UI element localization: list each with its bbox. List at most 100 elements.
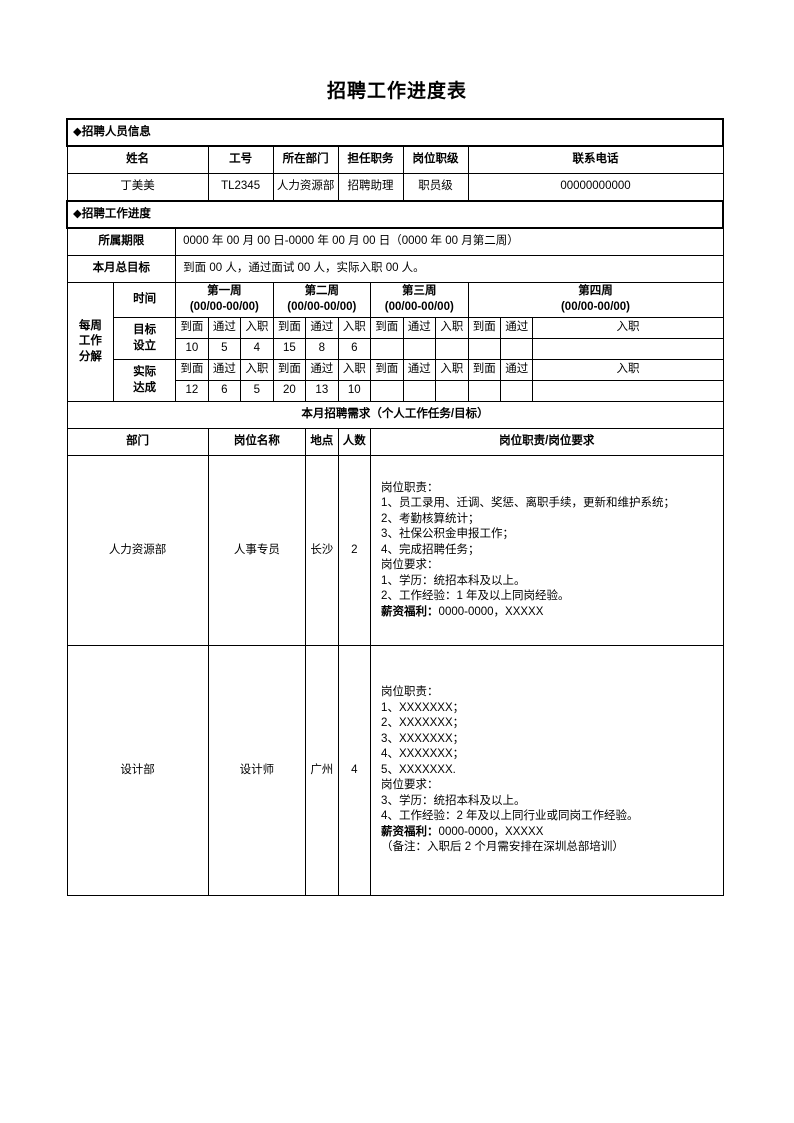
- goal-w1-value-0: 10: [175, 338, 209, 360]
- week-1-header: 第一周 (00/00-00/00): [175, 282, 274, 318]
- goal-w4-metric-2: 入职: [532, 317, 724, 339]
- goal-w1-value-1: 5: [207, 338, 242, 360]
- monthly-target-value: 到面 00 人，通过面试 00 人，实际入职 00 人。: [175, 255, 724, 283]
- goal-w1-metric-2: 入职: [240, 317, 274, 339]
- needs-row-1: 人力资源部 人事专员 长沙 2 岗位职责： 1、员工录用、迁调、奖惩、离职手续，…: [66, 455, 724, 646]
- needs-heading: 本月招聘需求（个人工作任务/目标）: [66, 401, 724, 429]
- week-3-header: 第三周 (00/00-00/00): [370, 282, 469, 318]
- goal-w1-metric-0: 到面: [175, 317, 209, 339]
- needs-row-2: 设计部 设计师 广州 4 岗位职责： 1、XXXXXXX； 2、XXXXXXX；…: [66, 645, 724, 896]
- actual-label-text: 实际 达成: [133, 365, 157, 394]
- staff-section-heading: ◆招聘人员信息: [66, 118, 724, 147]
- staff-col-grade: 岗位职级: [402, 145, 469, 174]
- actual-w3-metric-0: 到面: [370, 359, 404, 381]
- staff-header-row: 姓名 工号 所在部门 担任职务 岗位职级 联系电话: [66, 145, 724, 174]
- staff-value-name: 丁美美: [66, 173, 209, 202]
- actual-w2-value-2: 10: [337, 380, 372, 402]
- actual-w3-metric-1: 通过: [402, 359, 437, 381]
- week-3-name: 第三周: [402, 285, 437, 298]
- goal-w4-metric-0: 到面: [467, 317, 501, 339]
- staff-col-position: 担任职务: [337, 145, 404, 174]
- actual-label: 实际 达成: [113, 359, 177, 402]
- needs-row-2-position: 设计师: [207, 645, 307, 896]
- actual-w1-metric-2: 入职: [240, 359, 274, 381]
- needs-row-2-headcount: 4: [337, 645, 372, 896]
- week-1-name: 第一周: [207, 285, 242, 298]
- needs-row-1-salary-line: 薪资福利：0000-0000，XXXXX: [381, 605, 716, 621]
- goal-label: 目标 设立: [113, 317, 177, 360]
- needs-heading-row: 本月招聘需求（个人工作任务/目标）: [66, 401, 724, 429]
- needs-row-1-headcount: 2: [337, 455, 372, 646]
- week-4-header: 第四周 (00/00-00/00): [467, 282, 724, 318]
- goal-w4-value-2: [532, 338, 724, 360]
- actual-w4-metric-0: 到面: [467, 359, 501, 381]
- week-2-header: 第二周 (00/00-00/00): [272, 282, 372, 318]
- week-4-name: 第四周: [578, 285, 613, 298]
- actual-w4-value-1: [499, 380, 534, 402]
- goal-w3-value-1: [402, 338, 437, 360]
- needs-col-department: 部门: [66, 428, 209, 456]
- actual-w2-value-1: 13: [305, 380, 339, 402]
- goal-w3-metric-1: 通过: [402, 317, 437, 339]
- week-4-range: (00/00-00/00): [560, 301, 631, 313]
- staff-value-grade: 职员级: [402, 173, 469, 202]
- goal-w2-metric-2: 入职: [337, 317, 372, 339]
- goal-w3-metric-0: 到面: [370, 317, 404, 339]
- needs-row-1-location: 长沙: [305, 455, 339, 646]
- staff-value-department: 人力资源部: [272, 173, 339, 202]
- actual-w2-metric-1: 通过: [305, 359, 339, 381]
- needs-row-2-description: 岗位职责： 1、XXXXXXX； 2、XXXXXXX； 3、XXXXXXX； 4…: [370, 645, 724, 896]
- goal-w4-value-1: [499, 338, 534, 360]
- monthly-target-row: 本月总目标 到面 00 人，通过面试 00 人，实际入职 00 人。: [66, 255, 724, 283]
- goal-w3-metric-2: 入职: [435, 317, 469, 339]
- goal-w2-value-2: 6: [337, 338, 372, 360]
- goal-w4-metric-1: 通过: [499, 317, 534, 339]
- actual-w2-metric-2: 入职: [337, 359, 372, 381]
- needs-col-location: 地点: [305, 428, 339, 456]
- actual-w1-metric-0: 到面: [175, 359, 209, 381]
- staff-col-name: 姓名: [66, 145, 209, 174]
- needs-row-2-salary-line: 薪资福利：0000-0000，XXXXX: [381, 825, 716, 841]
- goal-w2-metric-0: 到面: [272, 317, 307, 339]
- goal-w2-value-0: 15: [272, 338, 307, 360]
- needs-header-row: 部门 岗位名称 地点 人数 岗位职责/岗位要求: [66, 428, 724, 456]
- actual-w3-value-2: [435, 380, 469, 402]
- staff-value-phone: 00000000000: [467, 173, 724, 202]
- needs-row-2-description-body: 岗位职责： 1、XXXXXXX； 2、XXXXXXX； 3、XXXXXXX； 4…: [381, 686, 639, 823]
- staff-value-row: 丁美美 TL2345 人力资源部 招聘助理 职员级 00000000000: [66, 173, 724, 202]
- goal-w2-value-1: 8: [305, 338, 339, 360]
- needs-row-1-description-body: 岗位职责： 1、员工录用、迁调、奖惩、离职手续，更新和维护系统； 2、考勤核算统…: [381, 481, 675, 603]
- needs-row-2-salary-label: 薪资福利：: [381, 825, 439, 838]
- actual-w4-metric-2: 入职: [532, 359, 724, 381]
- week-2-name: 第二周: [304, 285, 340, 298]
- actual-w1-value-1: 6: [207, 380, 242, 402]
- period-label: 所属期限: [66, 227, 177, 256]
- time-label: 时间: [113, 282, 177, 318]
- week-3-range: (00/00-00/00): [384, 301, 454, 313]
- recruitment-progress-table: ◆招聘人员信息 姓名 工号 所在部门 担任职务 岗位职级 联系电话 丁美美 TL…: [66, 118, 724, 896]
- needs-row-1-description: 岗位职责： 1、员工录用、迁调、奖惩、离职手续，更新和维护系统； 2、考勤核算统…: [370, 455, 724, 646]
- staff-value-position: 招聘助理: [337, 173, 404, 202]
- goal-w2-metric-1: 通过: [305, 317, 339, 339]
- goal-w1-metric-1: 通过: [207, 317, 242, 339]
- actual-w3-value-1: [402, 380, 437, 402]
- page-title: 招聘工作进度表: [326, 81, 467, 102]
- needs-row-2-salary-value: 0000-0000，XXXXX: [438, 825, 544, 838]
- needs-col-description: 岗位职责/岗位要求: [370, 428, 724, 456]
- actual-w2-value-0: 20: [272, 380, 307, 402]
- needs-row-2-department: 设计部: [66, 645, 209, 896]
- actual-w1-value-0: 12: [175, 380, 209, 402]
- needs-row-1-salary-value: 0000-0000，XXXXX: [438, 605, 544, 618]
- staff-value-employee-id: TL2345: [207, 173, 274, 202]
- progress-section-heading-row: ◆招聘工作进度: [66, 200, 724, 229]
- goal-w1-value-2: 4: [240, 338, 274, 360]
- needs-col-position: 岗位名称: [207, 428, 307, 456]
- actual-metric-row: 实际 达成 到面 通过 入职 到面 通过 入职 到面 通过 入职 到面 通过 入…: [67, 359, 724, 402]
- monthly-target-label: 本月总目标: [66, 255, 177, 283]
- staff-col-employee-id: 工号: [207, 145, 274, 174]
- needs-row-2-location: 广州: [305, 645, 339, 896]
- goal-w3-value-2: [435, 338, 469, 360]
- period-value: 0000 年 00 月 00 日-0000 年 00 月 00 日（0000 年…: [175, 227, 724, 256]
- period-row: 所属期限 0000 年 00 月 00 日-0000 年 00 月 00 日（0…: [66, 227, 724, 256]
- goal-metric-row: 目标 设立 到面 通过 入职 到面 通过 入职 到面 通过 入职 到面 通过 入…: [67, 317, 724, 360]
